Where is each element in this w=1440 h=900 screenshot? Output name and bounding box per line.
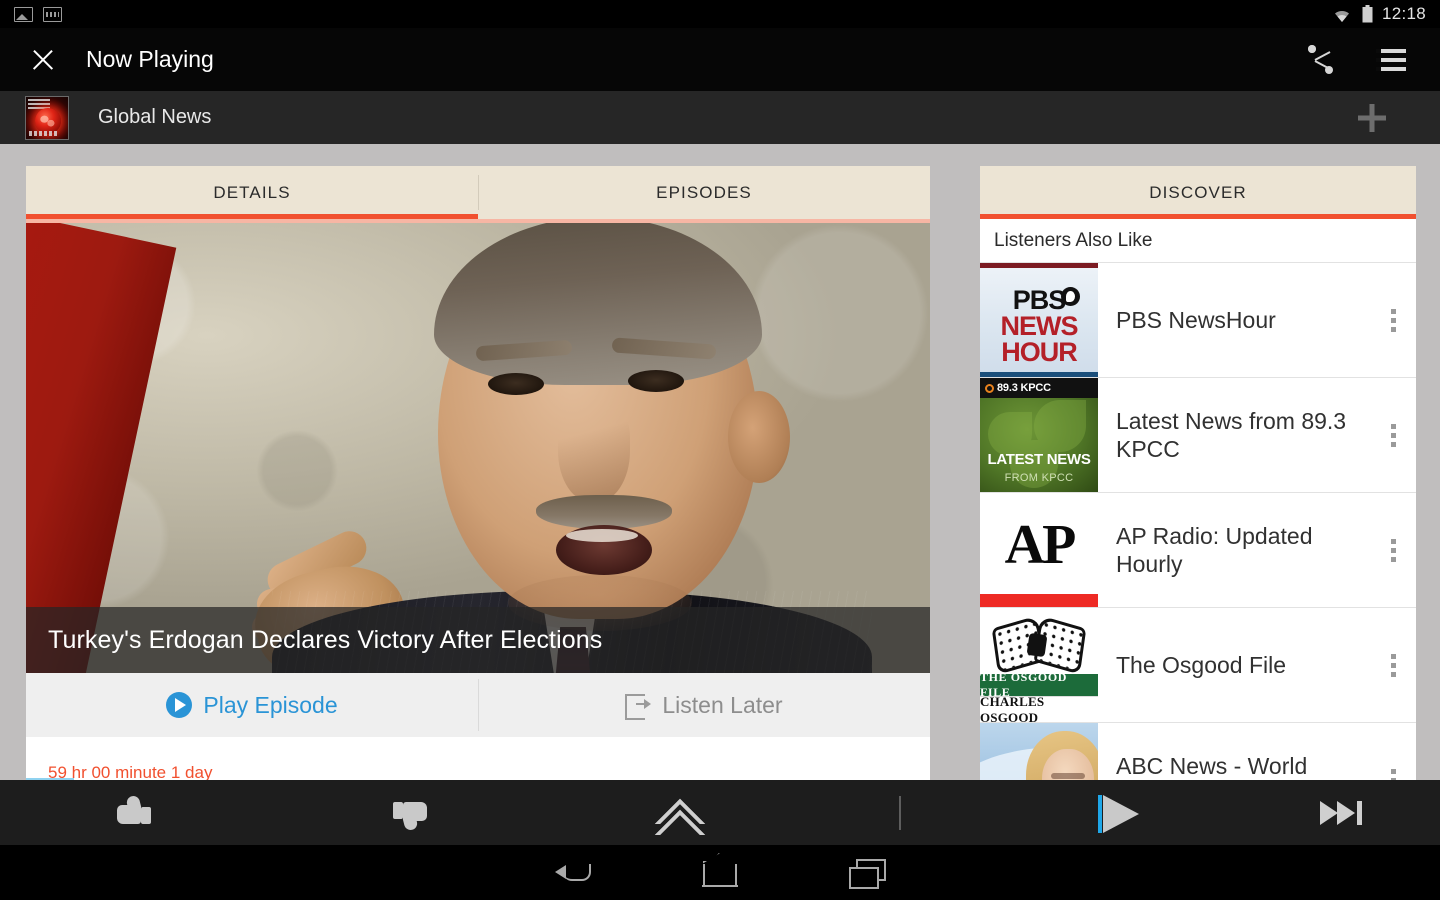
list-item-title: PBS NewsHour xyxy=(1116,306,1276,333)
podcast-header-bar: Global News xyxy=(0,91,1440,144)
tab-discover[interactable]: DISCOVER xyxy=(980,166,1416,219)
player-divider xyxy=(816,780,984,845)
tab-episodes[interactable]: EPISODES xyxy=(478,166,930,219)
listen-later-label: Listen Later xyxy=(662,691,783,718)
thumbs-down-icon xyxy=(387,792,429,834)
home-icon xyxy=(702,851,742,888)
listen-later-button[interactable]: Listen Later xyxy=(478,673,930,737)
podcast-artwork-pbs: PBS NEWS HOUR xyxy=(980,263,1098,377)
photo-icon xyxy=(14,6,33,22)
artwork-text-line: 89.3 KPCC xyxy=(997,382,1051,394)
artwork-text-line: AP xyxy=(1004,514,1077,576)
podcast-artwork-osgood: THE OSGOOD FILE CHARLES OSGOOD xyxy=(980,608,1098,722)
podcast-artwork-kpcc: 89.3 KPCC LATEST NEWS FROM KPCC xyxy=(980,378,1098,492)
battery-icon xyxy=(1362,5,1373,23)
overflow-menu-icon[interactable] xyxy=(1370,723,1416,780)
list-item-title: AP Radio: Updated Hourly xyxy=(1116,522,1313,577)
recommendation-list: PBS NEWS HOUR PBS NewsHour 89.3 KPCC LAT… xyxy=(980,263,1416,780)
playlist-menu-icon[interactable] xyxy=(1376,48,1406,71)
listeners-also-like-title: Listeners Also Like xyxy=(980,219,1416,263)
tab-details[interactable]: DETAILS xyxy=(26,166,478,219)
expand-player-button[interactable] xyxy=(544,780,816,845)
android-navigation-bar xyxy=(0,845,1440,900)
android-status-bar: 12:18 xyxy=(0,0,1440,28)
recent-apps-icon xyxy=(849,858,886,889)
list-item-title: ABC News - World News xyxy=(1116,752,1308,779)
chevron-up-icon xyxy=(658,798,702,828)
overflow-menu-icon[interactable] xyxy=(1370,378,1416,492)
content-area: DETAILS EPISODES Turkey's Erdogan Declar… xyxy=(0,144,1440,780)
add-icon[interactable] xyxy=(1354,100,1390,136)
nav-back-button[interactable] xyxy=(501,845,647,900)
podcast-name: Global News xyxy=(98,106,212,128)
app-action-bar: Now Playing xyxy=(0,28,1440,91)
list-item[interactable]: PBS NEWS HOUR PBS NewsHour xyxy=(980,263,1416,378)
list-item[interactable]: ABC News - World News xyxy=(980,723,1416,780)
podcast-artwork-abc xyxy=(980,723,1098,780)
artwork-text-line: HOUR xyxy=(1001,337,1078,367)
list-item[interactable]: AP AP Radio: Updated Hourly xyxy=(980,493,1416,608)
android-tablet-screen: 12:18 Now Playing Global News DETAILS EP… xyxy=(0,0,1440,900)
thumbs-up-button[interactable] xyxy=(0,780,272,845)
nav-recents-button[interactable] xyxy=(793,845,939,900)
skip-forward-icon xyxy=(1320,798,1376,828)
episode-title-overlay: Turkey's Erdogan Declares Victory After … xyxy=(26,607,930,673)
film-strip-icon xyxy=(43,6,62,22)
wifi-icon xyxy=(1334,10,1349,22)
episode-hero-image: Turkey's Erdogan Declares Victory After … xyxy=(26,223,930,673)
discover-card: DISCOVER Listeners Also Like PBS NEWS HO… xyxy=(980,166,1416,780)
overflow-menu-icon[interactable] xyxy=(1370,263,1416,377)
close-icon[interactable] xyxy=(28,45,58,75)
overflow-menu-icon[interactable] xyxy=(1370,608,1416,722)
artwork-text-line: FROM KPCC xyxy=(1004,472,1074,484)
player-control-bar xyxy=(0,780,1440,845)
overflow-menu-icon[interactable] xyxy=(1370,493,1416,607)
play-episode-label: Play Episode xyxy=(203,691,338,718)
play-episode-button[interactable]: Play Episode xyxy=(26,673,478,737)
details-episodes-tabs: DETAILS EPISODES xyxy=(26,166,930,219)
play-icon xyxy=(1096,789,1144,837)
list-item[interactable]: 89.3 KPCC LATEST NEWS FROM KPCC Latest N… xyxy=(980,378,1416,493)
page-title: Now Playing xyxy=(86,46,214,72)
list-item[interactable]: THE OSGOOD FILE CHARLES OSGOOD The Osgoo… xyxy=(980,608,1416,723)
listen-later-icon xyxy=(625,694,652,720)
pbs-logo-icon xyxy=(1061,287,1080,306)
episode-meta-row: 59 hr 00 minute 1 day xyxy=(26,737,930,780)
status-bar-notifications xyxy=(14,6,62,22)
list-item-title: The Osgood File xyxy=(1116,651,1287,678)
thumbs-up-icon xyxy=(115,792,157,834)
episode-title: Turkey's Erdogan Declares Victory After … xyxy=(48,625,603,654)
play-circle-icon xyxy=(166,692,193,718)
status-bar-system: 12:18 xyxy=(1331,4,1426,24)
action-bar-buttons xyxy=(1308,44,1420,75)
skip-button[interactable] xyxy=(1256,780,1440,845)
status-bar-clock: 12:18 xyxy=(1381,4,1426,23)
play-button[interactable] xyxy=(984,780,1256,845)
kpcc-dot-icon xyxy=(985,383,994,393)
artwork-text-line: LATEST NEWS xyxy=(987,451,1091,468)
episode-details-card: DETAILS EPISODES Turkey's Erdogan Declar… xyxy=(26,166,930,780)
list-item-title: Latest News from 89.3 KPCC xyxy=(1116,407,1347,462)
portrait-subject xyxy=(176,223,930,673)
podcast-artwork-ap: AP xyxy=(980,493,1098,607)
back-arrow-icon xyxy=(555,860,593,886)
nav-home-button[interactable] xyxy=(647,845,793,900)
artwork-text-line: CHARLES OSGOOD xyxy=(980,693,1045,723)
thumbs-down-button[interactable] xyxy=(272,780,544,845)
podcast-artwork-thumbnail xyxy=(25,95,69,140)
share-icon[interactable] xyxy=(1308,44,1338,75)
episode-actions-row: Play Episode Listen Later xyxy=(26,673,930,737)
